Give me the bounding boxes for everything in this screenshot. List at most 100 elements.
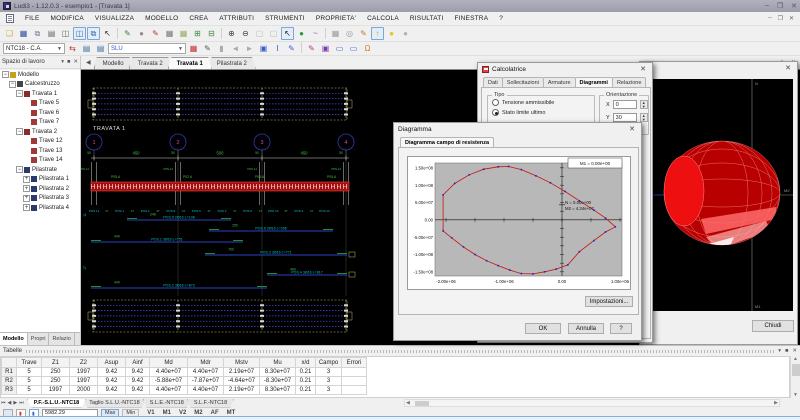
panel-tab-modello[interactable]: Modello bbox=[0, 333, 28, 345]
tree-item-trave-14[interactable]: Trave 14 bbox=[0, 156, 80, 166]
frame-two-icon[interactable]: ▭ bbox=[347, 42, 360, 55]
combination-combobox[interactable]: SLU ▼ bbox=[108, 43, 186, 54]
tab-scroll-left-icon[interactable]: ◀ bbox=[83, 59, 94, 66]
title-bar[interactable]: Ludi3 - 1.12.0.3 - esempio1 - [Travata 1… bbox=[0, 0, 800, 12]
paint-model-icon[interactable]: ✎ bbox=[121, 27, 134, 40]
mdi-close-icon[interactable]: ✕ bbox=[789, 15, 794, 22]
render-solid-icon[interactable]: ● bbox=[295, 27, 308, 40]
omega-analysis-icon[interactable]: Ω bbox=[361, 42, 374, 55]
expand-icon[interactable]: + bbox=[23, 204, 30, 211]
mdi-tab-pilastrata-2[interactable]: Pilastrata 2 bbox=[208, 57, 256, 69]
menu-modello[interactable]: MODELLO bbox=[145, 15, 178, 22]
tree-item-pilastrata-2[interactable]: +Pilastrata 2 bbox=[0, 184, 80, 194]
pencil-magenta-icon[interactable]: ✎ bbox=[305, 42, 318, 55]
expand-icon[interactable]: + bbox=[23, 176, 30, 183]
collapse-icon[interactable]: − bbox=[16, 90, 23, 97]
frame-one-icon[interactable]: ▭ bbox=[333, 42, 346, 55]
section-box-icon[interactable]: ▣ bbox=[257, 42, 270, 55]
tree-item-trave-13[interactable]: Trave 13 bbox=[0, 146, 80, 156]
window-tile-icon[interactable]: ◫ bbox=[73, 27, 86, 40]
mdi-restore-icon[interactable]: ❐ bbox=[778, 15, 783, 22]
scroll-thumb[interactable] bbox=[415, 401, 429, 406]
edit-pencil-icon[interactable]: ✎ bbox=[149, 27, 162, 40]
tree-item-pilastrata-3[interactable]: +Pilastrata 3 bbox=[0, 194, 80, 204]
light-off-icon[interactable]: ● bbox=[399, 27, 412, 40]
pencil-blue-icon[interactable]: ✎ bbox=[285, 42, 298, 55]
torus-view-icon[interactable]: ◎ bbox=[343, 27, 356, 40]
context-help-icon[interactable]: ↖ bbox=[101, 27, 114, 40]
mdi-tab-modello[interactable]: Modello bbox=[94, 57, 133, 69]
scroll-right-icon[interactable]: ▶ bbox=[774, 400, 778, 406]
close-icon[interactable]: ✕ bbox=[791, 2, 797, 10]
scroll-up-icon[interactable]: ▲ bbox=[793, 356, 798, 362]
sheet-tab-2[interactable]: Taglio S.L.U.-NTC18 bbox=[82, 399, 146, 408]
radio-stato-limite-ultimo[interactable] bbox=[492, 109, 499, 116]
tree-item-trave-12[interactable]: Trave 12 bbox=[0, 137, 80, 147]
scroll-thumb[interactable] bbox=[792, 364, 800, 376]
impostazioni-button[interactable]: Impostazioni... bbox=[585, 296, 633, 307]
menu-?[interactable]: ? bbox=[499, 15, 503, 22]
calc-tab-diagrammi[interactable]: Diagrammi bbox=[575, 77, 613, 87]
mdi-tab-travata-1[interactable]: Travata 1 bbox=[168, 57, 212, 69]
x-orientation-input[interactable]: 0 bbox=[613, 100, 637, 109]
radio-tensione-ammissibile[interactable] bbox=[492, 99, 499, 106]
dropdown-icon[interactable]: ▾ bbox=[61, 59, 64, 65]
next-step-icon[interactable]: ► bbox=[243, 42, 256, 55]
column-gray-icon[interactable]: ▮ bbox=[215, 42, 228, 55]
ok-button[interactable]: OK bbox=[525, 323, 561, 334]
tree-item-trave-6[interactable]: Trave 6 bbox=[0, 108, 80, 118]
surface3d-viewport[interactable]: NM1MM2 bbox=[646, 79, 793, 311]
menu-finestra[interactable]: FINESTRA bbox=[454, 15, 488, 22]
calc-tab-armature[interactable]: Armature bbox=[543, 77, 576, 87]
multi-pencil-icon[interactable]: ✎ bbox=[357, 27, 370, 40]
close-icon[interactable]: ✕ bbox=[638, 65, 648, 73]
collapse-icon[interactable]: − bbox=[16, 166, 23, 173]
tree-item-trave-7[interactable]: Trave 7 bbox=[0, 118, 80, 128]
grid-view-icon[interactable]: ▦ bbox=[329, 27, 342, 40]
box-purple-icon[interactable]: ▣ bbox=[319, 42, 332, 55]
results-table[interactable]: TraveZ1Z2AsupAinfMdMdrMstvMux/dCampoErro… bbox=[1, 357, 367, 395]
zoom-in-icon[interactable]: ⊕ bbox=[225, 27, 238, 40]
menu-strumenti[interactable]: STRUMENTI bbox=[265, 15, 305, 22]
last-sheet-icon[interactable]: ⏭ bbox=[18, 400, 25, 406]
render-sphere-icon[interactable]: ● bbox=[135, 27, 148, 40]
x-spinner[interactable]: ▲▼ bbox=[640, 100, 648, 109]
tree-item-calcestruzzo[interactable]: −Calcestruzzo bbox=[0, 80, 80, 90]
calc-tab-sollecitazioni[interactable]: Sollecitazioni bbox=[502, 77, 544, 87]
section-ibeam-icon[interactable]: I bbox=[271, 42, 284, 55]
table-row[interactable]: R1525019979.429.424.40e+074.40e+072.19e+… bbox=[2, 368, 367, 377]
close-icon[interactable]: ✕ bbox=[73, 59, 78, 65]
panel-tab-propri[interactable]: Propri bbox=[28, 333, 50, 345]
menu-proprieta[interactable]: PROPRIETA' bbox=[316, 15, 356, 22]
menu-visualizza[interactable]: VISUALIZZA bbox=[95, 15, 134, 22]
scroll-left-icon[interactable]: ◀ bbox=[406, 400, 410, 406]
menu-attributi[interactable]: ATTRIBUTI bbox=[219, 15, 254, 22]
rotate-view-icon[interactable]: ▢ bbox=[267, 27, 280, 40]
mdi-tab-travata-2[interactable]: Travata 2 bbox=[129, 57, 172, 69]
table-row[interactable]: R2525019979.429.42-5.88e+07-7.87e+07-4.6… bbox=[2, 377, 367, 386]
table-hscrollbar[interactable]: ◀ ▶ bbox=[404, 399, 780, 407]
dropdown-icon[interactable]: ▾ bbox=[778, 348, 781, 354]
table-vscrollbar[interactable]: ▲ ▼ bbox=[790, 356, 800, 398]
minimize-icon[interactable]: – bbox=[765, 2, 769, 10]
tree-item-travata-1[interactable]: −Travata 1 bbox=[0, 89, 80, 99]
sheet-tab-1[interactable]: P.F.-S.L.U.-NTC18 bbox=[27, 399, 86, 408]
tree-item-pilastrate[interactable]: −Pilastrate bbox=[0, 165, 80, 175]
select-cursor-icon[interactable]: ↖ bbox=[281, 27, 294, 40]
zoom-out-icon[interactable]: ⊖ bbox=[239, 27, 252, 40]
window-cascade-icon[interactable]: ⧉ bbox=[87, 27, 100, 40]
table-pan-icon[interactable]: ▦ bbox=[163, 27, 176, 40]
table-select-icon[interactable]: ▦ bbox=[177, 27, 190, 40]
expand-icon[interactable]: + bbox=[23, 195, 30, 202]
assign-norm-icon[interactable]: ⇆ bbox=[66, 42, 79, 55]
mdi-minimize-icon[interactable]: – bbox=[768, 15, 771, 22]
tree-item-pilastrata-4[interactable]: +Pilastrata 4 bbox=[0, 203, 80, 213]
pin-icon[interactable]: ■ bbox=[785, 348, 788, 354]
light-on-icon[interactable]: ● bbox=[385, 27, 398, 40]
pin-icon[interactable]: ■ bbox=[67, 59, 70, 65]
y-orientation-input[interactable]: 30 bbox=[613, 113, 637, 122]
print-icon[interactable]: ▤ bbox=[45, 27, 58, 40]
menu-risultati[interactable]: RISULTATI bbox=[410, 15, 444, 22]
close-icon[interactable]: ✕ bbox=[792, 348, 797, 354]
collapse-icon[interactable]: − bbox=[16, 128, 23, 135]
